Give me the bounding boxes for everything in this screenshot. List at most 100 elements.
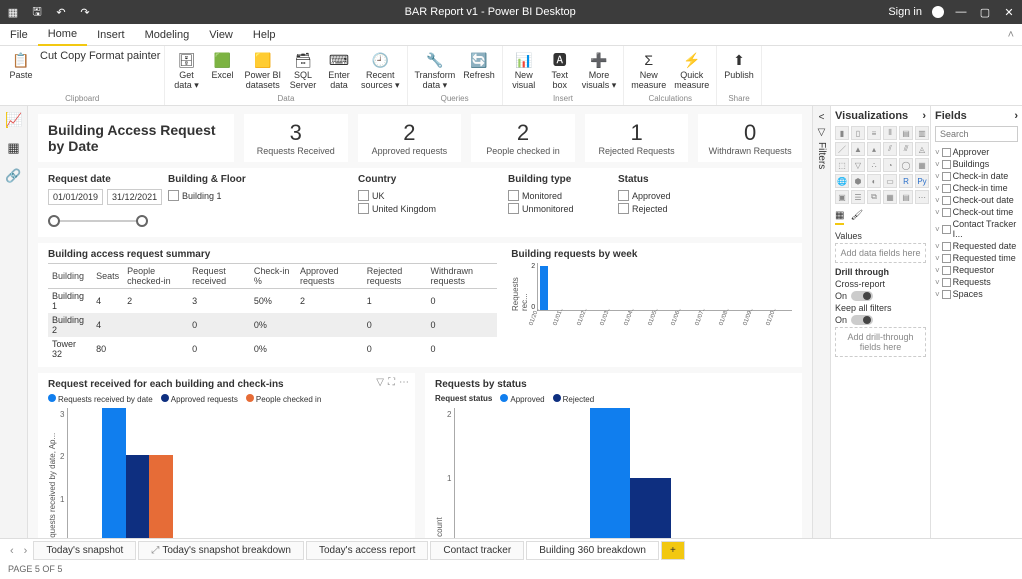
excel-button[interactable]: 🟩Excel [205, 48, 239, 83]
check-rejected[interactable]: Rejected [618, 202, 792, 215]
date-slider[interactable] [48, 211, 148, 231]
file-menu[interactable]: File [0, 25, 38, 45]
report-view-icon[interactable]: 📈 [6, 112, 22, 128]
viz-funnel[interactable]: ▽ [851, 158, 865, 172]
viz-table[interactable]: ▦ [883, 190, 897, 204]
fields-tab-icon[interactable]: ▦ [835, 210, 844, 225]
maximize-icon[interactable]: ▢ [978, 5, 992, 19]
check-building-1[interactable]: Building 1 [168, 189, 338, 202]
paste-button[interactable]: 📋Paste [4, 48, 38, 83]
check-uk[interactable]: UK [358, 189, 488, 202]
viz-clustered-column[interactable]: ⫴ [883, 126, 897, 140]
tab-view[interactable]: View [199, 25, 243, 45]
page-tab[interactable]: Today's access report [306, 541, 428, 560]
viz-multirow[interactable]: ☰ [851, 190, 865, 204]
card-requests-received[interactable]: 3Requests Received [244, 114, 348, 162]
add-page-button[interactable]: + [661, 541, 685, 560]
field-contact-tracker[interactable]: Contact Tracker I... [935, 218, 1018, 240]
viz-line[interactable]: ／ [835, 142, 849, 156]
field-approver[interactable]: Approver [935, 146, 1018, 158]
page-tab-active[interactable]: Building 360 breakdown [526, 541, 659, 560]
avatar-icon[interactable] [932, 6, 944, 18]
viz-py[interactable]: Py [915, 174, 929, 188]
check-monitored[interactable]: Monitored [508, 189, 598, 202]
collapse-pane-icon[interactable]: › [922, 110, 926, 122]
viz-filled-map[interactable]: ⬢ [851, 174, 865, 188]
viz-waterfall[interactable]: ⬚ [835, 158, 849, 172]
collapse-ribbon-icon[interactable]: ˄ [1000, 29, 1022, 41]
tab-home[interactable]: Home [38, 24, 87, 46]
more-icon[interactable]: ⋯ [399, 377, 409, 388]
viz-pie[interactable]: ◔ [883, 158, 897, 172]
date-from[interactable]: 01/01/2019 [48, 189, 103, 205]
slicer-building-floor[interactable]: Building & Floor Building 1 [158, 168, 348, 237]
get-data-button[interactable]: 🗄Get data ▾ [169, 48, 203, 93]
viz-more[interactable]: ⋯ [915, 190, 929, 204]
date-to[interactable]: 31/12/2021 [107, 189, 162, 205]
pbi-datasets-button[interactable]: 🟨Power BI datasets [241, 48, 284, 93]
new-visual-button[interactable]: 📊New visual [507, 48, 541, 93]
page-tab[interactable]: ⤢Today's snapshot breakdown [138, 541, 304, 560]
enter-data-button[interactable]: ⌨Enter data [322, 48, 356, 93]
drill-through-well[interactable]: Add drill-through fields here [835, 327, 926, 357]
viz-100-bar[interactable]: ▤ [899, 126, 913, 140]
field-checkin-date[interactable]: Check-in date [935, 170, 1018, 182]
field-requested-time[interactable]: Requested time [935, 252, 1018, 264]
tab-modeling[interactable]: Modeling [135, 25, 200, 45]
viz-stacked-bar[interactable]: ▮ [835, 126, 849, 140]
summary-table-visual[interactable]: Building access request summary Building… [48, 249, 497, 361]
format-painter-button[interactable]: Format painter [89, 50, 161, 62]
recent-sources-button[interactable]: 🕘Recent sources ▾ [358, 48, 403, 93]
tab-help[interactable]: Help [243, 25, 286, 45]
page-tab[interactable]: Today's snapshot [33, 541, 136, 560]
focus-icon[interactable]: ⛶ [388, 377, 395, 388]
viz-line-clustered[interactable]: ⫻ [899, 142, 913, 156]
refresh-button[interactable]: 🔄Refresh [460, 48, 498, 83]
chart-requests-by-status[interactable]: Requests by status Request status Approv… [425, 373, 802, 538]
viz-gauge[interactable]: ◐ [867, 174, 881, 188]
card-rejected-requests[interactable]: 1Rejected Requests [585, 114, 689, 162]
viz-line-column[interactable]: ⫽ [883, 142, 897, 156]
slicer-country[interactable]: Country UK United Kingdom [348, 168, 498, 237]
viz-100-column[interactable]: ▥ [915, 126, 929, 140]
field-checkout-date[interactable]: Check-out date [935, 194, 1018, 206]
more-visuals-button[interactable]: ➕More visuals ▾ [579, 48, 620, 93]
viz-stacked-area[interactable]: ▴ [867, 142, 881, 156]
viz-treemap[interactable]: ▦ [915, 158, 929, 172]
collapse-fields-icon[interactable]: › [1014, 110, 1018, 122]
field-spaces[interactable]: Spaces [935, 288, 1018, 300]
viz-scatter[interactable]: ∴ [867, 158, 881, 172]
publish-button[interactable]: ⬆Publish [721, 48, 757, 83]
check-united-kingdom[interactable]: United Kingdom [358, 202, 488, 215]
card-approved-requests[interactable]: 2Approved requests [358, 114, 462, 162]
copy-button[interactable]: Copy [60, 50, 86, 62]
format-tab-icon[interactable]: 🖌 [850, 210, 863, 225]
check-unmonitored[interactable]: Unmonitored [508, 202, 598, 215]
viz-map[interactable]: 🌐 [835, 174, 849, 188]
tab-insert[interactable]: Insert [87, 25, 135, 45]
filter-icon[interactable]: ▽ [376, 377, 384, 388]
viz-matrix[interactable]: ▤ [899, 190, 913, 204]
page-prev-icon[interactable]: ‹ [6, 545, 18, 557]
sql-server-button[interactable]: 🗃SQL Server [286, 48, 320, 93]
viz-clustered-bar[interactable]: ≡ [867, 126, 881, 140]
viz-r[interactable]: R [899, 174, 913, 188]
viz-slicer[interactable]: ⧉ [867, 190, 881, 204]
page-next-icon[interactable]: › [20, 545, 32, 557]
check-approved[interactable]: Approved [618, 189, 792, 202]
values-well[interactable]: Add data fields here [835, 243, 926, 263]
card-withdrawn-requests[interactable]: 0Withdrawn Requests [698, 114, 802, 162]
report-title-box[interactable]: Building Access Request by Date [38, 114, 234, 162]
data-view-icon[interactable]: ▦ [6, 140, 22, 156]
model-view-icon[interactable]: 🔗 [6, 168, 22, 184]
close-icon[interactable]: ✕ [1002, 5, 1016, 19]
table-row[interactable]: Building 142350%210 [48, 289, 497, 314]
cut-button[interactable]: Cut [40, 50, 57, 62]
new-measure-button[interactable]: ΣNew measure [628, 48, 669, 93]
report-canvas[interactable]: Building Access Request by Date 3Request… [28, 106, 812, 538]
card-people-checked-in[interactable]: 2People checked in [471, 114, 575, 162]
field-requestor[interactable]: Requestor [935, 264, 1018, 276]
fields-search-input[interactable] [935, 126, 1018, 142]
undo-icon[interactable]: ↶ [54, 5, 68, 19]
redo-icon[interactable]: ↷ [78, 5, 92, 19]
